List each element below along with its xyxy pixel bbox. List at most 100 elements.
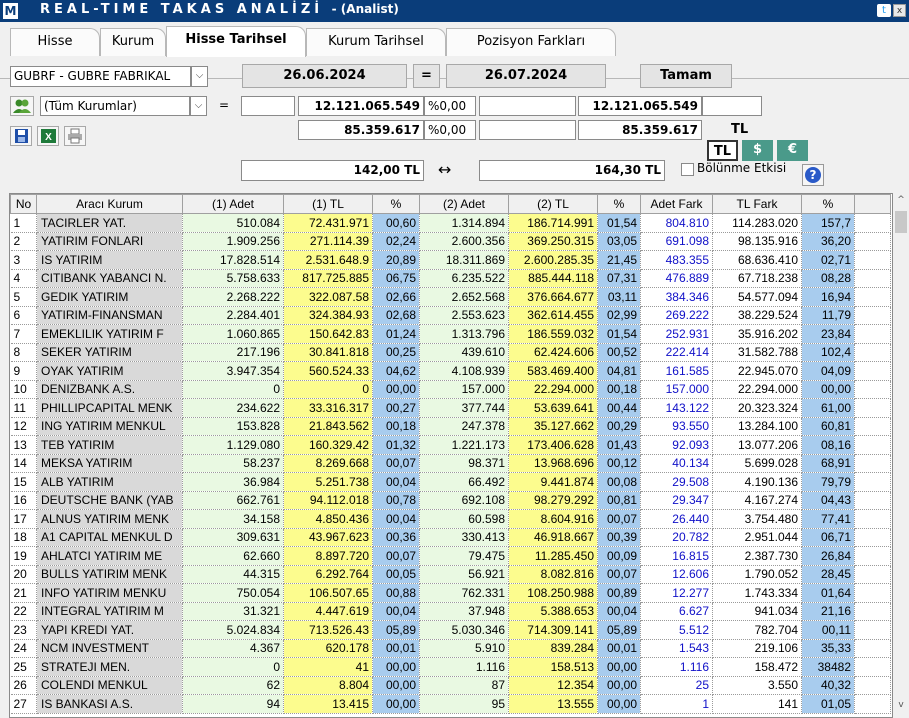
print-icon[interactable] bbox=[64, 126, 86, 146]
cell-adet2: 56.921 bbox=[419, 565, 509, 584]
cell-blank bbox=[854, 565, 891, 584]
excel-icon[interactable]: X bbox=[37, 126, 59, 146]
cell-tl-fark: 141 bbox=[712, 694, 802, 714]
cell-adet2: 377.744 bbox=[419, 398, 509, 418]
table-row[interactable]: 2 YATIRIM FONLARI 1.909.256 271.114.39 02,24… bbox=[10, 232, 891, 251]
col-header-no[interactable]: No bbox=[10, 194, 37, 214]
cell-adet1: 34.158 bbox=[182, 509, 284, 529]
filter-input-4[interactable] bbox=[479, 120, 576, 140]
filter-input-3[interactable] bbox=[702, 96, 762, 116]
cell-broker-name: AHLATCI YATIRIM ME bbox=[36, 546, 183, 566]
col-header-pct-fark[interactable]: % bbox=[801, 194, 855, 214]
scroll-up-icon[interactable]: ^ bbox=[893, 195, 909, 209]
cell-blank bbox=[854, 602, 891, 621]
tab-kurum-tarihsel[interactable]: Kurum Tarihsel bbox=[306, 28, 446, 56]
table-row[interactable]: 13 TEB YATIRIM 1.129.080 160.329.42 01,32 1.2… bbox=[10, 435, 891, 455]
table-row[interactable]: 15 ALB YATIRIM 36.984 5.251.738 00,04 66.492 9… bbox=[10, 472, 891, 492]
table-row[interactable]: 21 INFO YATIRIM MENKU 750.054 106.507.65 00,… bbox=[10, 583, 891, 603]
table-row[interactable]: 17 ALNUS YATIRIM MENK 34.158 4.850.436 00,04… bbox=[10, 509, 891, 529]
currency-eur-button[interactable]: € bbox=[777, 140, 808, 161]
twitter-icon[interactable]: t bbox=[877, 4, 891, 17]
cell-tl-fark: 158.472 bbox=[712, 657, 802, 677]
col-header-tl1[interactable]: (1) TL bbox=[283, 194, 373, 214]
table-row[interactable]: 22 INTEGRAL YATIRIM M 31.321 4.447.619 00,04… bbox=[10, 602, 891, 621]
save-icon[interactable] bbox=[10, 126, 32, 146]
table-row[interactable]: 18 A1 CAPITAL MENKUL D 309.631 43.967.623 00… bbox=[10, 528, 891, 547]
cell-pct-fark: 01,64 bbox=[801, 583, 855, 603]
split-checkbox[interactable] bbox=[681, 163, 694, 176]
table-row[interactable]: 7 EMEKLILIK YATIRIM F 1.060.865 150.642.83 0… bbox=[10, 324, 891, 344]
cell-tl1: 13.415 bbox=[283, 694, 373, 714]
chevron-down-icon[interactable]: ⌵ bbox=[190, 96, 207, 116]
cell-adet-fark: 20.782 bbox=[640, 528, 713, 547]
close-icon[interactable]: x bbox=[893, 4, 906, 17]
currency-usd-button[interactable]: $ bbox=[742, 140, 773, 161]
date-start[interactable]: 26.06.2024 bbox=[242, 64, 407, 88]
table-row[interactable]: 11 PHILLIPCAPITAL MENK 234.622 33.316.317 00… bbox=[10, 398, 891, 418]
help-button[interactable]: ? bbox=[802, 164, 824, 186]
table-row[interactable]: 3 IS YATIRIM 17.828.514 2.531.648.9 20,89 18.… bbox=[10, 250, 891, 270]
cell-tl1: 324.384.93 bbox=[283, 306, 373, 325]
scroll-thumb[interactable] bbox=[895, 211, 907, 233]
vertical-scrollbar[interactable]: ^ v bbox=[893, 193, 909, 718]
table-row[interactable]: 6 YATIRIM-FINANSMAN 2.284.401 324.384.93 02,… bbox=[10, 306, 891, 325]
col-header-adet2[interactable]: (2) Adet bbox=[419, 194, 509, 214]
table-row[interactable]: 12 ING YATIRIM MENKUL 153.828 21.843.562 00,… bbox=[10, 417, 891, 436]
table-row[interactable]: 4 CITIBANK YABANCI N. 5.758.633 817.725.885… bbox=[10, 269, 891, 288]
cell-pct1: 01,24 bbox=[372, 324, 420, 344]
filter-input-1[interactable] bbox=[241, 96, 295, 116]
table-row[interactable]: 25 STRATEJI MEN. 0 41 00,00 1.116 158.513 00,00… bbox=[10, 657, 891, 677]
currency-tl-button[interactable]: TL bbox=[707, 140, 738, 161]
cell-tl-fark: 1.743.334 bbox=[712, 583, 802, 603]
table-row[interactable]: 24 NCM INVESTMENT 4.367 620.178 00,01 5.910 83… bbox=[10, 639, 891, 658]
cell-adet2: 6.235.522 bbox=[419, 269, 509, 288]
chevron-down-icon[interactable]: ⌵ bbox=[191, 66, 208, 87]
col-header-adet1[interactable]: (1) Adet bbox=[182, 194, 284, 214]
ok-button[interactable]: Tamam bbox=[640, 64, 732, 88]
scroll-down-icon[interactable]: v bbox=[893, 700, 909, 714]
data-grid: No Aracı Kurum (1) Adet (1) TL % (2) Ade… bbox=[9, 193, 893, 718]
users-icon[interactable] bbox=[10, 96, 34, 116]
cell-tl2: 108.250.988 bbox=[508, 583, 598, 603]
table-row[interactable]: 27 IS BANKASI A.S. 94 13.415 00,00 95 13.555 00… bbox=[10, 694, 891, 714]
table-row[interactable]: 5 GEDIK YATIRIM 2.268.222 322.087.58 02,66 2.… bbox=[10, 287, 891, 307]
cell-pct2: 00,08 bbox=[597, 472, 641, 492]
tab-hisse[interactable]: Hisse bbox=[10, 28, 100, 56]
cell-adet-fark: 29.347 bbox=[640, 491, 713, 510]
table-row[interactable]: 16 DEUTSCHE BANK (YAB 662.761 94.112.018 00,… bbox=[10, 491, 891, 510]
date-end[interactable]: 26.07.2024 bbox=[446, 64, 606, 88]
table-row[interactable]: 14 MEKSA YATIRIM 58.237 8.269.668 00,07 98.37… bbox=[10, 454, 891, 473]
table-row[interactable]: 1 TACIRLER YAT. 510.084 72.431.971 00,60 1.31… bbox=[10, 213, 891, 233]
table-row[interactable]: 26 COLENDI MENKUL 62 8.804 00,00 87 12.354 00,0… bbox=[10, 676, 891, 695]
col-header-pct1[interactable]: % bbox=[372, 194, 420, 214]
cell-adet-fark: 5.512 bbox=[640, 620, 713, 640]
cell-pct1: 00,88 bbox=[372, 583, 420, 603]
table-row[interactable]: 9 OYAK YATIRIM 3.947.354 560.524.33 04,62 4.1… bbox=[10, 361, 891, 381]
cell-tl-fark: 22.294.000 bbox=[712, 380, 802, 399]
cell-broker-name: MEKSA YATIRIM bbox=[36, 454, 183, 473]
col-header-tl2[interactable]: (2) TL bbox=[508, 194, 598, 214]
cell-pct-fark: 08,16 bbox=[801, 435, 855, 455]
col-header-adet-fark[interactable]: Adet Fark bbox=[640, 194, 713, 214]
col-header-broker[interactable]: Aracı Kurum bbox=[36, 194, 183, 214]
cell-tl2: 173.406.628 bbox=[508, 435, 598, 455]
table-row[interactable]: 10 DENIZBANK A.S. 0 0 00,00 157.000 22.294.000… bbox=[10, 380, 891, 399]
tab-kurum[interactable]: Kurum bbox=[100, 28, 166, 56]
table-row[interactable]: 8 SEKER YATIRIM 217.196 30.841.818 00,25 439.… bbox=[10, 343, 891, 362]
tab-pozisyon-farklari[interactable]: Pozisyon Farkları bbox=[446, 28, 616, 56]
tab-hisse-tarihsel[interactable]: Hisse Tarihsel bbox=[166, 26, 306, 57]
table-row[interactable]: 19 AHLATCI YATIRIM ME 62.660 8.897.720 00,07… bbox=[10, 546, 891, 566]
cell-broker-name: DEUTSCHE BANK (YAB bbox=[36, 491, 183, 510]
filter-input-2[interactable] bbox=[479, 96, 576, 116]
cell-tl1: 41 bbox=[283, 657, 373, 677]
title-bar: M REAL-TIME TAKAS ANALİZİ - (Analist) t … bbox=[0, 0, 909, 22]
cell-pct-fark: 60,81 bbox=[801, 417, 855, 436]
broker-select[interactable]: (Tüm Kurumlar) bbox=[40, 96, 190, 116]
col-header-pct2[interactable]: % bbox=[597, 194, 641, 214]
cell-pct2: 00,00 bbox=[597, 676, 641, 695]
stock-select[interactable]: GUBRF - GUBRE FABRIKAL bbox=[10, 66, 191, 87]
table-row[interactable]: 23 YAPI KREDI YAT. 5.024.834 713.526.43 05,8… bbox=[10, 620, 891, 640]
table-row[interactable]: 20 BULLS YATIRIM MENK 44.315 6.292.764 00,05… bbox=[10, 565, 891, 584]
price-end: 164,30 TL bbox=[479, 160, 665, 181]
col-header-tl-fark[interactable]: TL Fark bbox=[712, 194, 802, 214]
